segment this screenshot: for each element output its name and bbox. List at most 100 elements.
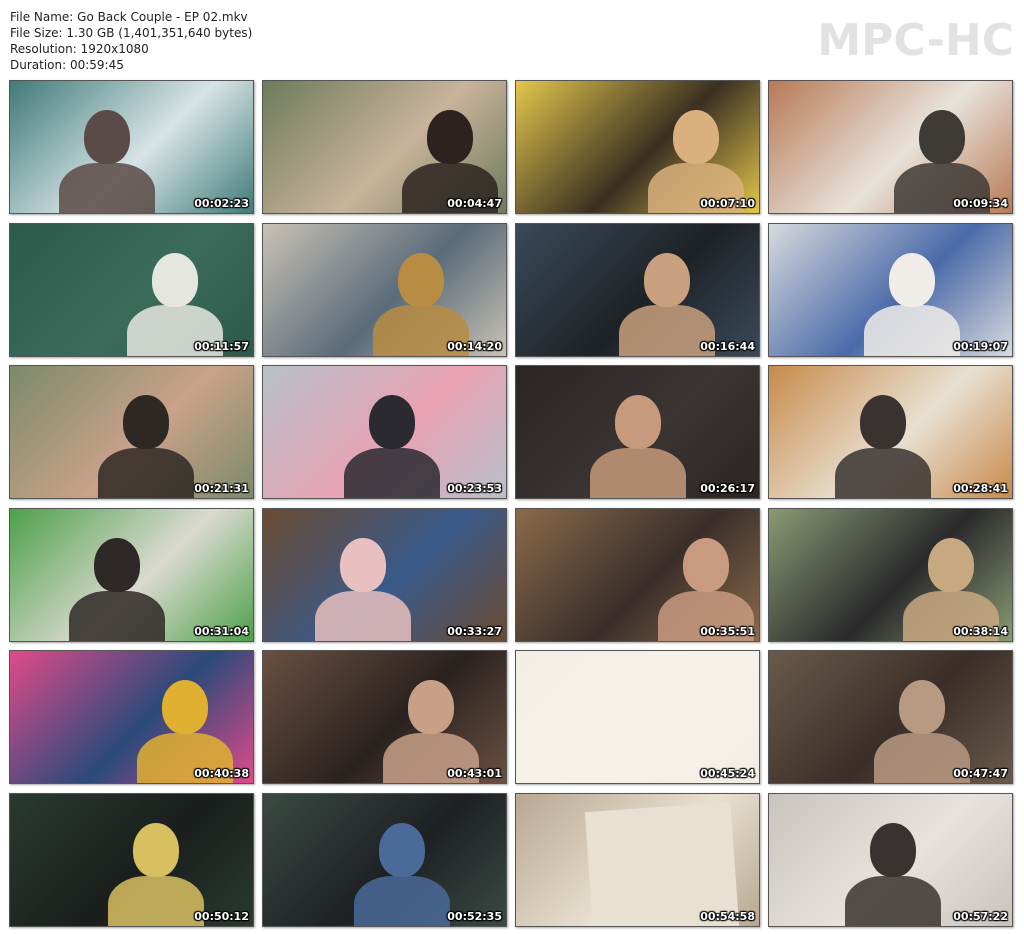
person-silhouette — [123, 395, 170, 450]
timestamp-label: 00:43:01 — [447, 767, 502, 781]
thumbnail-image — [516, 508, 759, 641]
person-silhouette — [368, 395, 415, 450]
person-body — [68, 590, 165, 641]
thumbnail-image — [769, 81, 1012, 213]
thumbnail-image — [263, 223, 506, 356]
thumbnail-boy-yellow-shirt[interactable]: 00:07:10 — [515, 80, 760, 214]
timestamp-label: 00:45:24 — [700, 767, 755, 781]
person-body — [107, 875, 204, 926]
thumbnail-image — [263, 81, 506, 213]
thumbnail-image — [769, 508, 1012, 641]
timestamp-label: 00:26:17 — [700, 482, 755, 496]
thumbnail-man-suit-night[interactable]: 00:52:35 — [262, 792, 507, 927]
person-silhouette — [132, 823, 179, 877]
thumbnail-girl-portrait-outdoor[interactable]: 00:04:47 — [262, 80, 507, 214]
thumbnail-two-girls-bar[interactable]: 00:33:27 — [262, 507, 507, 642]
thumbnail-night-street-bus-stop[interactable]: 00:50:12 — [9, 792, 254, 927]
thumbnail-image — [10, 366, 253, 499]
thumbnail-image — [263, 651, 506, 784]
person-body — [589, 448, 686, 499]
thumbnail-classroom-bulletin-board[interactable]: 00:02:23 — [9, 80, 254, 214]
person-body — [835, 448, 932, 499]
thumbnail-notebook-page[interactable]: 00:54:58 — [515, 792, 760, 927]
thumbnail-image — [516, 793, 759, 926]
thumbnail-man-with-bat[interactable]: 00:16:44 — [515, 222, 760, 357]
thumbnail-image — [516, 81, 759, 213]
thumbnail-girl-surprised[interactable]: 00:57:22 — [768, 792, 1013, 927]
timestamp-label: 00:16:44 — [700, 339, 755, 353]
person-silhouette — [860, 395, 907, 450]
person-silhouette — [378, 823, 425, 877]
timestamp-label: 00:54:58 — [700, 909, 755, 923]
person-silhouette — [889, 252, 936, 307]
duration: Duration: 00:59:45 — [10, 58, 124, 72]
timestamp-label: 00:02:23 — [194, 197, 249, 210]
file-size: File Size: 1.30 GB (1,401,351,640 bytes) — [10, 26, 253, 40]
person-silhouette — [93, 537, 140, 592]
thumbnail-girl-outdoor-campus[interactable]: 00:21:31 — [9, 365, 254, 500]
person-body — [314, 590, 411, 641]
person-body — [844, 875, 941, 926]
thumbnail-image — [769, 366, 1012, 499]
thumbnail-image — [10, 223, 253, 356]
thumbnail-image — [769, 223, 1012, 356]
timestamp-label: 00:11:57 — [194, 339, 249, 353]
timestamp-label: 00:31:04 — [194, 624, 249, 638]
person-silhouette — [152, 252, 199, 307]
person-silhouette — [427, 110, 474, 165]
timestamp-label: 00:57:22 — [953, 909, 1008, 923]
person-silhouette — [407, 680, 454, 735]
timestamp-label: 00:09:34 — [953, 197, 1008, 210]
timestamp-label: 00:52:35 — [447, 909, 502, 923]
thumbnail-image — [516, 651, 759, 784]
person-body — [353, 875, 450, 926]
person-silhouette — [682, 537, 729, 592]
thumbnail-image — [516, 223, 759, 356]
mpc-hc-logo: MPC-HC — [817, 15, 1014, 66]
person-silhouette — [339, 537, 386, 592]
resolution: Resolution: 1920x1080 — [10, 42, 149, 56]
timestamp-label: 00:35:51 — [700, 624, 755, 638]
file-name: File Name: Go Back Couple - EP 02.mkv — [10, 10, 248, 24]
thumbnail-man-shouting[interactable]: 00:26:17 — [515, 365, 760, 500]
thumbnail-boy-striped-shirt[interactable]: 00:40:38 — [9, 650, 254, 785]
timestamp-label: 00:40:38 — [194, 767, 249, 781]
person-silhouette — [161, 680, 208, 735]
person-silhouette — [614, 395, 661, 450]
person-silhouette — [643, 252, 690, 307]
person-body — [864, 305, 961, 356]
person-body — [98, 448, 195, 499]
person-body — [59, 162, 156, 213]
thumbnail-girl-bar-closeup[interactable]: 00:35:51 — [515, 507, 760, 642]
file-info: File Name: Go Back Couple - EP 02.mkv Fi… — [10, 9, 252, 73]
thumbnail-grid: 00:02:23 00:04:47 00:07:10 00:09:34 00:11:57… — [9, 80, 1015, 927]
person-body — [343, 448, 440, 499]
thumbnail-white-flash[interactable]: 00:45:24 — [515, 650, 760, 785]
timestamp-label: 00:33:27 — [447, 624, 502, 638]
thumbnail-two-men-leaning[interactable]: 00:38:14 — [768, 507, 1013, 642]
thumbnail-cheering-girl[interactable]: 00:19:07 — [768, 222, 1013, 357]
person-silhouette — [84, 110, 131, 165]
timestamp-label: 00:50:12 — [194, 909, 249, 923]
thumbnail-classroom-girl-smiling[interactable]: 00:09:34 — [768, 80, 1013, 214]
thumbnail-image — [10, 508, 253, 641]
timestamp-label: 00:23:53 — [447, 482, 502, 496]
person-silhouette — [918, 110, 965, 165]
thumbnail-chalkboard-teacher[interactable]: 00:11:57 — [9, 222, 254, 357]
timestamp-label: 00:28:41 — [953, 482, 1008, 496]
thumbnail-video-store[interactable]: 00:14:20 — [262, 222, 507, 357]
thumbnail-image — [769, 793, 1012, 926]
thumbnail-image — [263, 366, 506, 499]
thumbnail-girl-green-wall[interactable]: 00:31:04 — [9, 507, 254, 642]
thumbnail-girl-pink-parking[interactable]: 00:23:53 — [262, 365, 507, 500]
thumbnail-image — [516, 366, 759, 499]
timestamp-label: 00:21:31 — [194, 482, 249, 496]
notebook-page — [584, 802, 739, 926]
timestamp-label: 00:38:14 — [953, 624, 1008, 638]
thumbnail-girl-eating-cafeteria[interactable]: 00:28:41 — [768, 365, 1013, 500]
thumbnail-image — [263, 508, 506, 641]
thumbnail-woman-hallway[interactable]: 00:47:47 — [768, 650, 1013, 785]
person-silhouette — [672, 110, 719, 165]
thumbnail-couple-bar[interactable]: 00:43:01 — [262, 650, 507, 785]
thumbnail-image — [10, 651, 253, 784]
